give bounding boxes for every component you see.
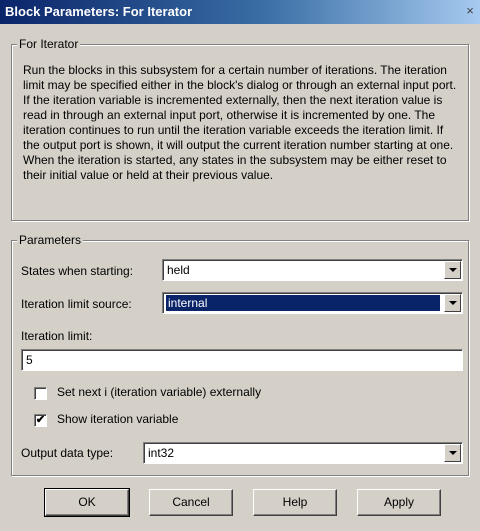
set-next-externally-checkbox[interactable] — [34, 387, 47, 400]
description-group-label: For Iterator — [17, 37, 81, 51]
close-icon[interactable]: × — [462, 3, 478, 19]
states-when-starting-select[interactable]: held — [162, 259, 463, 281]
chevron-down-icon[interactable] — [444, 261, 461, 279]
window-title: Block Parameters: For Iterator — [5, 4, 193, 19]
states-when-starting-label: States when starting: — [21, 264, 134, 278]
dialog-window: Block Parameters: For Iterator × For Ite… — [0, 0, 480, 531]
output-data-type-label: Output data type: — [21, 446, 114, 460]
ok-button[interactable]: OK — [44, 488, 130, 517]
title-bar[interactable]: Block Parameters: For Iterator × — [0, 0, 480, 24]
iteration-limit-source-value: internal — [165, 294, 441, 312]
states-when-starting-value: held — [167, 263, 190, 277]
iteration-limit-source-label: Iteration limit source: — [21, 297, 132, 311]
checkmark-icon: ✔ — [35, 414, 46, 426]
iteration-limit-label: Iteration limit: — [21, 329, 93, 343]
parameters-group: Parameters States when starting: held It… — [11, 233, 469, 476]
parameters-group-label: Parameters — [17, 233, 84, 247]
chevron-down-icon[interactable] — [444, 444, 461, 462]
show-iteration-variable-checkbox[interactable]: ✔ — [34, 414, 47, 427]
chevron-down-icon[interactable] — [444, 294, 461, 312]
apply-button[interactable]: Apply — [357, 489, 441, 516]
help-button[interactable]: Help — [253, 489, 337, 516]
iteration-limit-source-select[interactable]: internal — [162, 292, 463, 314]
output-data-type-select[interactable]: int32 — [143, 442, 463, 464]
iteration-limit-input[interactable] — [21, 349, 463, 371]
block-description: Run the blocks in this subsystem for a c… — [23, 63, 457, 182]
description-group: For Iterator Run the blocks in this subs… — [11, 37, 469, 221]
set-next-externally-label: Set next i (iteration variable) external… — [57, 385, 262, 399]
cancel-button[interactable]: Cancel — [149, 489, 233, 516]
show-iteration-variable-label: Show iteration variable — [57, 412, 179, 426]
output-data-type-value: int32 — [148, 446, 175, 460]
